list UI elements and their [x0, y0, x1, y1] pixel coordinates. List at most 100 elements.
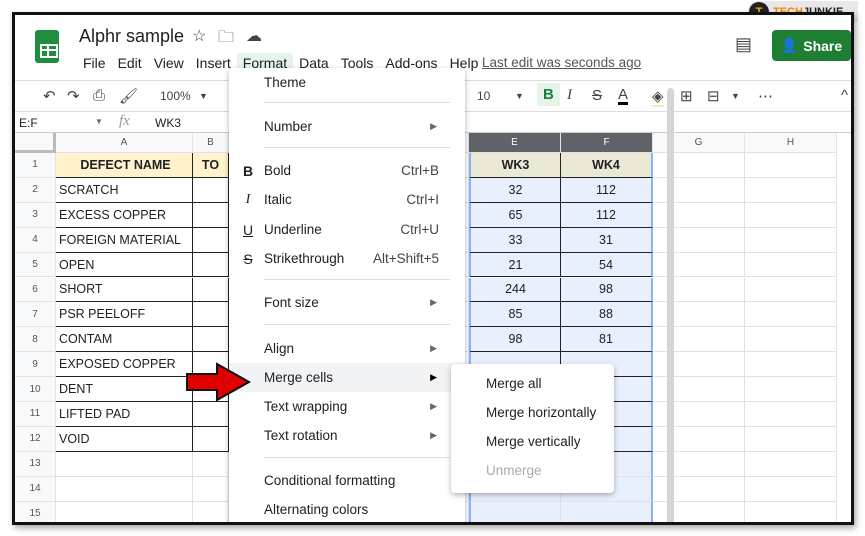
cell-e2[interactable]: 32: [469, 177, 561, 203]
cell-f2[interactable]: 112: [561, 177, 653, 203]
cell-a11[interactable]: LIFTED PAD: [56, 402, 193, 427]
cell-b5[interactable]: [193, 252, 229, 278]
cell-e6[interactable]: 244: [469, 277, 561, 303]
cell-a15[interactable]: [56, 501, 193, 522]
print-icon[interactable]: ⎙: [93, 87, 105, 104]
cell-h10[interactable]: [745, 377, 837, 402]
cell-b13[interactable]: [193, 451, 229, 477]
cell-h11[interactable]: [745, 402, 837, 427]
header-cell-h[interactable]: [745, 153, 837, 178]
menu-item-number[interactable]: Number ▶: [229, 112, 465, 141]
menu-item-text-rotation[interactable]: Text rotation ▶: [229, 421, 465, 450]
cell-a9[interactable]: EXPOSED COPPER: [56, 352, 193, 378]
redo-icon[interactable]: ↷: [67, 87, 80, 105]
cell-a2[interactable]: SCRATCH: [56, 177, 193, 203]
menu-item-align[interactable]: Align ▶: [229, 334, 465, 363]
cell-h4[interactable]: [745, 227, 837, 253]
menu-item-merge-cells[interactable]: Merge cells ▶: [229, 363, 465, 392]
menu-item-conditional-formatting[interactable]: Conditional formatting: [229, 466, 465, 495]
cell-a3[interactable]: EXCESS COPPER: [56, 202, 193, 228]
cell-a6[interactable]: SHORT: [56, 277, 193, 303]
cell-b3[interactable]: [193, 202, 229, 228]
cell-b11[interactable]: [193, 402, 229, 427]
row-header[interactable]: 14: [15, 476, 56, 502]
column-header-b[interactable]: B: [193, 133, 229, 153]
bold-button[interactable]: B: [537, 83, 560, 106]
strikethrough-icon[interactable]: S: [592, 87, 602, 104]
undo-icon[interactable]: ↶: [43, 87, 56, 105]
doc-title[interactable]: Alphr sample: [79, 26, 184, 47]
cell-b15[interactable]: [193, 501, 229, 522]
last-edit-link[interactable]: Last edit was seconds ago: [482, 55, 641, 70]
cell-h15[interactable]: [745, 501, 837, 522]
cell-e8[interactable]: 98: [469, 327, 561, 353]
menu-item-font-size[interactable]: Font size ▶: [229, 288, 465, 317]
select-all-corner[interactable]: [15, 133, 56, 153]
cell-e15[interactable]: [469, 501, 561, 522]
row-header[interactable]: 13: [15, 451, 56, 477]
cell-f4[interactable]: 31: [561, 227, 653, 253]
row-header[interactable]: 4: [15, 227, 56, 253]
cell-h2[interactable]: [745, 177, 837, 203]
column-header-e[interactable]: E: [469, 133, 561, 153]
merge-cells-icon[interactable]: ⊟: [707, 87, 720, 105]
row-header[interactable]: 15: [15, 501, 56, 522]
row-header[interactable]: 9: [15, 352, 56, 378]
cell-h7[interactable]: [745, 302, 837, 328]
comment-icon[interactable]: ▤: [735, 34, 752, 55]
cell-h14[interactable]: [745, 476, 837, 502]
fill-color-icon[interactable]: ◈: [652, 87, 664, 107]
cell-b2[interactable]: [193, 177, 229, 203]
row-header[interactable]: 1: [15, 153, 56, 178]
menu-item-theme[interactable]: Theme: [229, 68, 465, 97]
cell-e4[interactable]: 33: [469, 227, 561, 253]
share-button[interactable]: 👤 Share: [772, 30, 851, 61]
paint-format-icon[interactable]: 🖌: [119, 87, 138, 105]
cell-h12[interactable]: [745, 426, 837, 452]
cell-f6[interactable]: 98: [561, 277, 653, 303]
more-icon[interactable]: ⋯: [758, 87, 773, 105]
cell-a7[interactable]: PSR PEELOFF: [56, 302, 193, 328]
header-cell-a[interactable]: DEFECT NAME: [56, 153, 193, 178]
cell-a14[interactable]: [56, 476, 193, 502]
menu-file[interactable]: File: [77, 53, 112, 73]
cell-b4[interactable]: [193, 227, 229, 253]
menu-item-text-wrapping[interactable]: Text wrapping ▶: [229, 392, 465, 421]
cell-f8[interactable]: 81: [561, 327, 653, 353]
row-header[interactable]: 6: [15, 277, 56, 303]
menu-item-underline[interactable]: U Underline Ctrl+U: [229, 215, 465, 244]
row-header[interactable]: 2: [15, 177, 56, 203]
header-cell-b[interactable]: TO: [193, 153, 229, 178]
menu-view[interactable]: View: [148, 53, 190, 73]
cell-a13[interactable]: [56, 451, 193, 477]
font-size-select[interactable]: 10: [477, 89, 490, 103]
row-header[interactable]: 11: [15, 402, 56, 427]
cell-b6[interactable]: [193, 277, 229, 303]
merge-vertically[interactable]: Merge vertically: [486, 434, 581, 449]
cell-h8[interactable]: [745, 327, 837, 353]
row-header[interactable]: 8: [15, 327, 56, 353]
menu-scrollbar[interactable]: [667, 88, 674, 522]
cell-h6[interactable]: [745, 277, 837, 303]
header-cell-e[interactable]: WK3: [469, 153, 561, 178]
cell-a5[interactable]: OPEN: [56, 252, 193, 278]
italic-button[interactable]: I: [567, 87, 572, 104]
cell-a4[interactable]: FOREIGN MATERIAL: [56, 227, 193, 253]
header-cell-f[interactable]: WK4: [561, 153, 653, 178]
cell-f3[interactable]: 112: [561, 202, 653, 228]
cell-b12[interactable]: [193, 426, 229, 452]
cell-f5[interactable]: 54: [561, 252, 653, 278]
menu-item-bold[interactable]: B Bold Ctrl+B: [229, 156, 465, 185]
cell-h13[interactable]: [745, 451, 837, 477]
column-header-a[interactable]: A: [56, 133, 193, 153]
column-header-h[interactable]: H: [745, 133, 837, 153]
row-header[interactable]: 10: [15, 377, 56, 402]
cell-a12[interactable]: VOID: [56, 426, 193, 452]
column-header-f[interactable]: F: [561, 133, 653, 153]
cell-h9[interactable]: [745, 352, 837, 378]
cell-a10[interactable]: DENT: [56, 377, 193, 402]
cell-b8[interactable]: [193, 327, 229, 353]
cell-e3[interactable]: 65: [469, 202, 561, 228]
sheets-logo[interactable]: [35, 30, 59, 63]
text-color-icon[interactable]: A: [618, 87, 629, 105]
